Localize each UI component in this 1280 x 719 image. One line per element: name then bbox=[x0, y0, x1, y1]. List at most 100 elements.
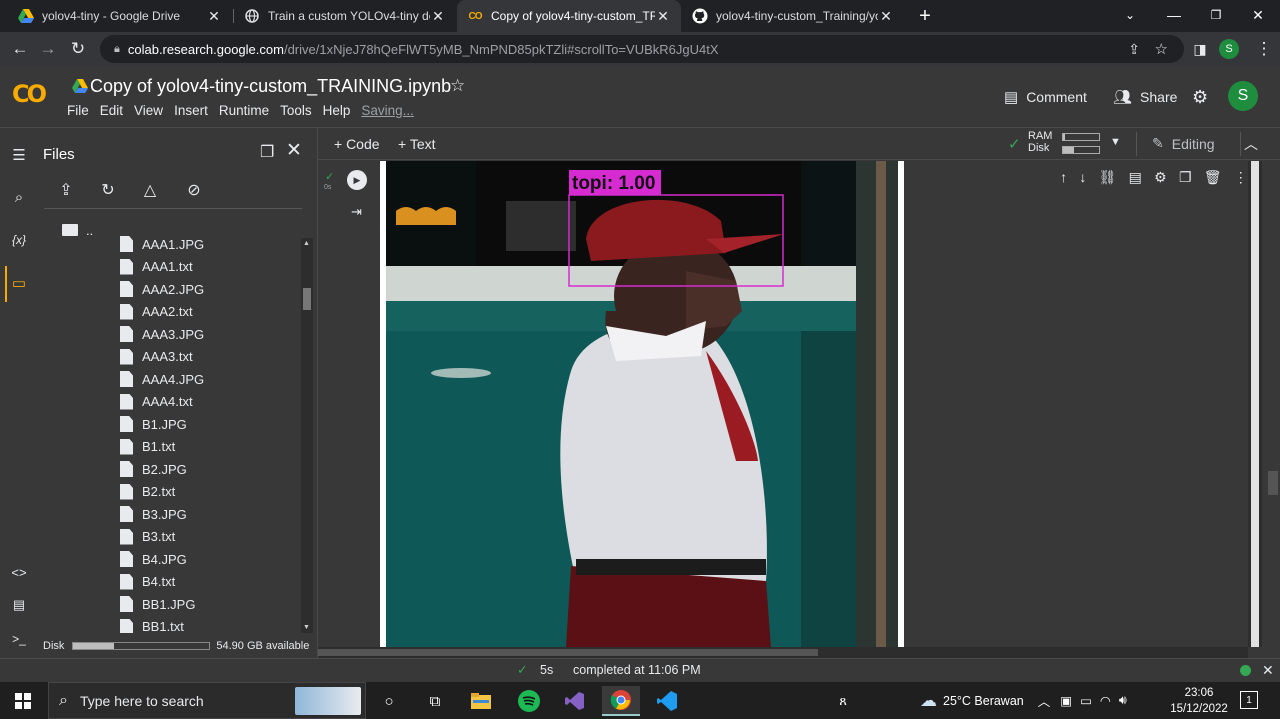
horizontal-scrollbar[interactable] bbox=[318, 647, 1248, 658]
new-tab-button[interactable]: + bbox=[914, 5, 936, 27]
close-tab-icon[interactable]: ✕ bbox=[878, 8, 894, 25]
tab-search-icon[interactable]: ⌄ bbox=[1108, 0, 1152, 30]
window-close-icon[interactable]: ✕ bbox=[1236, 0, 1280, 30]
vscode-icon[interactable] bbox=[648, 686, 686, 716]
tab-google-drive[interactable]: yolov4-tiny - Google Drive ✕ bbox=[8, 0, 232, 32]
comment-icon[interactable]: ▤ bbox=[1129, 169, 1142, 186]
notifications-icon[interactable]: 1 bbox=[1240, 691, 1258, 709]
file-row[interactable]: AAA1.JPG bbox=[120, 233, 204, 255]
file-row[interactable]: BB1.txt bbox=[120, 616, 184, 633]
more-menu-icon[interactable]: ⋮ bbox=[1252, 37, 1276, 61]
share-page-icon[interactable]: ⇪ bbox=[1128, 41, 1140, 58]
tab-github[interactable]: yolov4-tiny-custom_Training/yolo ✕ bbox=[682, 0, 904, 32]
comment-button[interactable]: ▤ Comment bbox=[1004, 86, 1087, 108]
forward-arrow-icon[interactable]: → bbox=[36, 37, 60, 61]
scroll-down-icon[interactable]: ▼ bbox=[303, 624, 310, 631]
collapse-header-icon[interactable]: ︿ bbox=[1244, 134, 1258, 154]
menu-insert[interactable]: Insert bbox=[174, 103, 208, 118]
star-icon[interactable]: ☆ bbox=[450, 76, 465, 96]
close-tab-icon[interactable]: ✕ bbox=[206, 8, 222, 25]
weather-text[interactable]: 25°C Berawan bbox=[943, 694, 1024, 708]
side-panel-icon[interactable]: ◨ bbox=[1188, 37, 1212, 61]
file-explorer-icon[interactable] bbox=[462, 686, 500, 716]
tab-colab-notebook[interactable]: CO Copy of yolov4-tiny-custom_TRA ✕ bbox=[457, 0, 681, 32]
add-text-button[interactable]: + Text bbox=[398, 136, 436, 152]
taskbar-search-input[interactable]: ⌕ Type here to search bbox=[48, 682, 366, 719]
file-row[interactable]: B3.JPG bbox=[120, 503, 187, 525]
terminal-icon[interactable]: >_ bbox=[8, 628, 30, 650]
command-palette-icon[interactable]: ▤ bbox=[8, 594, 30, 616]
mount-drive-icon[interactable]: △ bbox=[138, 178, 162, 202]
volume-icon[interactable]: 🔊︎ bbox=[1119, 693, 1127, 708]
file-row[interactable]: B4.txt bbox=[120, 571, 175, 593]
clock[interactable]: 23:06 15/12/2022 bbox=[1168, 685, 1230, 717]
profile-avatar[interactable]: S bbox=[1219, 39, 1239, 59]
scrollbar-thumb[interactable] bbox=[303, 288, 311, 310]
status-message[interactable]: completed at 11:06 PM bbox=[573, 663, 701, 677]
settings-gear-icon[interactable]: ⚙ bbox=[1192, 86, 1208, 108]
file-row[interactable]: BB1.JPG bbox=[120, 593, 195, 615]
file-row[interactable]: AAA2.JPG bbox=[120, 278, 204, 300]
code-snippets-icon[interactable]: <> bbox=[8, 561, 30, 583]
open-in-tab-icon[interactable]: ❐ bbox=[260, 142, 274, 162]
restore-icon[interactable]: ❐ bbox=[1194, 0, 1238, 30]
scrollbar-thumb[interactable] bbox=[1251, 161, 1259, 647]
people-icon[interactable]: ጸ bbox=[824, 686, 862, 716]
delete-cell-icon[interactable]: 🗑︎ bbox=[1204, 169, 1222, 186]
close-tab-icon[interactable]: ✕ bbox=[430, 8, 446, 25]
file-row[interactable]: B2.JPG bbox=[120, 458, 187, 480]
move-cell-up-icon[interactable]: ↑ bbox=[1060, 169, 1067, 185]
scroll-up-icon[interactable]: ▲ bbox=[303, 240, 310, 247]
visual-studio-icon[interactable] bbox=[556, 686, 594, 716]
refresh-folder-icon[interactable]: ↻ bbox=[96, 178, 120, 202]
table-of-contents-icon[interactable]: ☰ bbox=[8, 144, 30, 166]
output-actions-icon[interactable]: ⇥ bbox=[351, 204, 362, 220]
cortana-icon[interactable]: ○ bbox=[370, 686, 408, 716]
file-row[interactable]: B2.txt bbox=[120, 481, 175, 503]
reload-icon[interactable]: ↻ bbox=[66, 37, 90, 61]
scrollbar-thumb[interactable] bbox=[318, 649, 818, 656]
address-bar[interactable]: 🔒︎ colab.research.google.com/drive/1xNje… bbox=[100, 35, 1184, 63]
menu-file[interactable]: File bbox=[67, 103, 89, 118]
runtime-dropdown-icon[interactable]: ▼ bbox=[1110, 136, 1121, 148]
file-row[interactable]: AAA2.txt bbox=[120, 301, 193, 323]
menu-tools[interactable]: Tools bbox=[280, 103, 312, 118]
file-row[interactable]: AAA3.txt bbox=[120, 346, 193, 368]
menu-view[interactable]: View bbox=[134, 103, 163, 118]
hide-files-icon[interactable]: ⊘ bbox=[182, 178, 206, 202]
link-icon[interactable]: ⛓ bbox=[1099, 169, 1117, 186]
variables-icon[interactable]: {x} bbox=[8, 229, 30, 251]
file-row[interactable]: B3.txt bbox=[120, 526, 175, 548]
minimize-icon[interactable]: — bbox=[1152, 0, 1196, 30]
search-icon[interactable]: ⌕ bbox=[8, 186, 30, 208]
saving-status[interactable]: Saving... bbox=[361, 103, 414, 118]
editing-mode-button[interactable]: ✎ Editing bbox=[1152, 135, 1215, 152]
tab-train-yolov4[interactable]: Train a custom YOLOv4-tiny dete ✕ bbox=[234, 0, 456, 32]
meet-now-icon[interactable]: ▣ bbox=[1060, 693, 1072, 708]
chrome-icon[interactable] bbox=[602, 686, 640, 716]
resource-monitor[interactable]: RAM Disk bbox=[1028, 130, 1100, 154]
file-row[interactable]: AAA1.txt bbox=[120, 256, 193, 278]
upload-file-icon[interactable]: ⇪ bbox=[54, 178, 78, 202]
show-hidden-icons-icon[interactable]: ︿ bbox=[1038, 691, 1051, 710]
menu-edit[interactable]: Edit bbox=[100, 103, 123, 118]
bookmark-star-icon[interactable]: ☆ bbox=[1155, 40, 1168, 58]
battery-icon[interactable]: ▭ bbox=[1080, 693, 1092, 708]
file-list-scrollbar[interactable]: ▲ ▼ bbox=[301, 238, 313, 633]
colab-logo[interactable]: CO bbox=[12, 80, 47, 108]
file-row[interactable]: B1.JPG bbox=[120, 413, 187, 435]
folder-icon[interactable]: ▭ bbox=[8, 272, 30, 294]
cell-settings-icon[interactable]: ⚙ bbox=[1154, 169, 1167, 186]
notebook-scrollbar[interactable] bbox=[1248, 161, 1262, 647]
move-cell-down-icon[interactable]: ↓ bbox=[1079, 169, 1086, 185]
back-arrow-icon[interactable]: ← bbox=[8, 37, 32, 61]
spotify-icon[interactable] bbox=[510, 686, 548, 716]
menu-help[interactable]: Help bbox=[323, 103, 351, 118]
close-status-icon[interactable]: ✕ bbox=[1262, 662, 1274, 679]
menu-runtime[interactable]: Runtime bbox=[219, 103, 269, 118]
avatar[interactable]: S bbox=[1228, 81, 1258, 111]
file-row[interactable]: B1.txt bbox=[120, 436, 175, 458]
file-row[interactable]: AAA4.txt bbox=[120, 391, 193, 413]
cloud-weather-icon[interactable]: ☁ bbox=[920, 691, 937, 711]
add-code-button[interactable]: + Code bbox=[334, 136, 380, 152]
